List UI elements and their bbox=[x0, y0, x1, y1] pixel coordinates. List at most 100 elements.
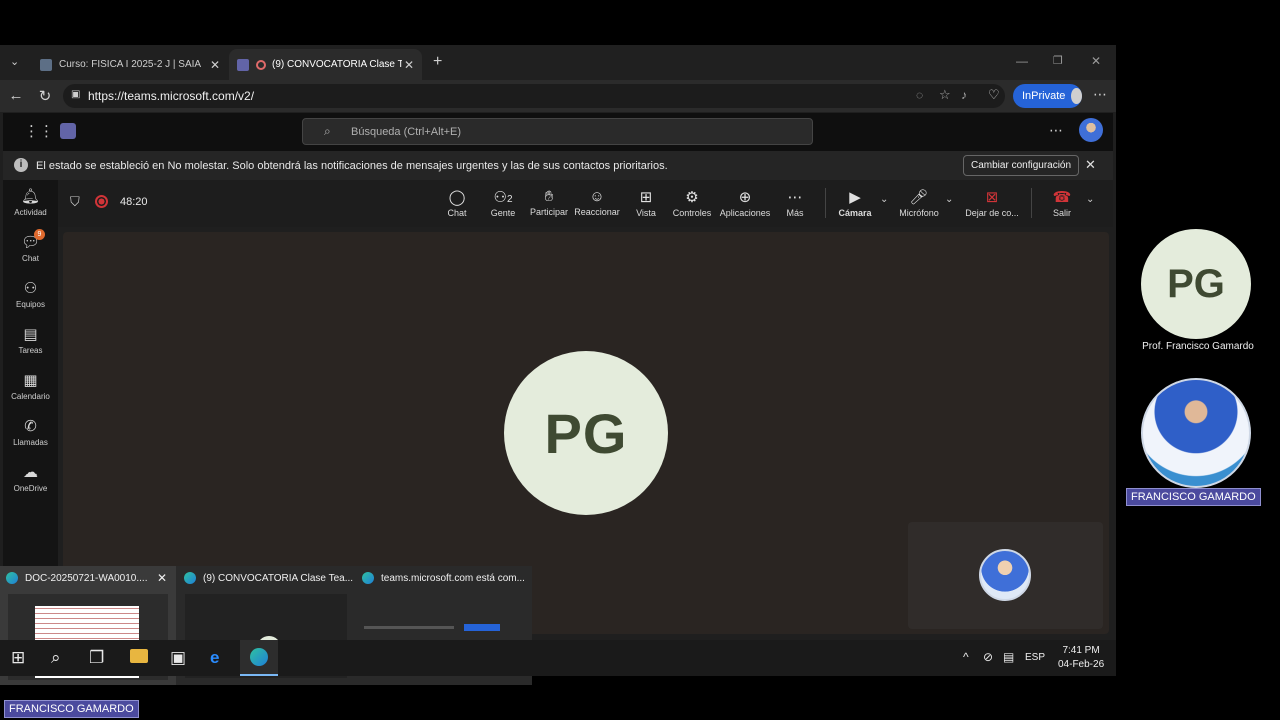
browser-essentials-heart-icon[interactable]: ♡ bbox=[988, 87, 1000, 103]
leave-options-chevron-icon[interactable]: ⌄ bbox=[1086, 194, 1094, 205]
tray-chevron-icon[interactable]: ^ bbox=[963, 650, 969, 664]
search-placeholder: Búsqueda (Ctrl+Alt+E) bbox=[351, 125, 462, 138]
window-close-icon[interactable]: ✕ bbox=[1091, 54, 1101, 68]
rail-label: Tareas bbox=[18, 346, 43, 355]
back-icon[interactable]: ← bbox=[7, 87, 25, 104]
smiley-icon: ☺ bbox=[589, 188, 605, 205]
rail-item-calendar[interactable]: ▦ Calendario bbox=[3, 371, 58, 401]
react-button[interactable]: ☺ Reaccionar bbox=[569, 188, 625, 217]
refresh-icon[interactable]: ↻ bbox=[36, 87, 54, 105]
notice-text: El estado se estableció en No molestar. … bbox=[36, 159, 668, 172]
mic-options-chevron-icon[interactable]: ⌄ bbox=[945, 194, 953, 205]
backpack-icon: ▤ bbox=[23, 326, 38, 343]
clock-date: 04-Feb-26 bbox=[1058, 659, 1105, 670]
participant-name: Prof. Francisco Gamardo bbox=[1142, 341, 1254, 352]
profile-avatar bbox=[1071, 88, 1082, 104]
sharing-bar-preview bbox=[364, 626, 454, 629]
leave-button[interactable]: ☎ Salir bbox=[1034, 188, 1090, 218]
button-label: Cámara bbox=[838, 208, 872, 218]
url-field[interactable]: ▣ https://teams.microsoft.com/v2/ ◌ ☆ ♪ bbox=[63, 84, 1005, 108]
speaker-avatar: PG bbox=[504, 351, 668, 515]
camera-options-chevron-icon[interactable]: ⌄ bbox=[880, 194, 888, 205]
participant-avatar-photo bbox=[1141, 378, 1251, 488]
rail-item-onedrive[interactable]: ☁ OneDrive bbox=[3, 463, 58, 493]
button-label: Dejar de co... bbox=[965, 208, 1019, 218]
restore-icon[interactable]: ❐ bbox=[1053, 54, 1063, 67]
hang-up-icon: ☎ bbox=[1052, 189, 1072, 206]
inprivate-badge[interactable]: InPrivate bbox=[1013, 84, 1082, 108]
close-notice-icon[interactable]: ✕ bbox=[1085, 157, 1096, 173]
inprivate-label: InPrivate bbox=[1022, 90, 1066, 102]
camera-button[interactable]: ▶︎ Cámara bbox=[827, 188, 883, 218]
chat-badge: 9 bbox=[34, 229, 45, 240]
new-tab-icon[interactable]: + bbox=[433, 53, 442, 71]
teams-logo-icon bbox=[60, 123, 76, 139]
read-aloud-mic-icon[interactable]: ♪ bbox=[961, 88, 967, 102]
apps-button[interactable]: ⊕ Aplicaciones bbox=[715, 188, 775, 218]
chat-icon: 💬︎ bbox=[20, 234, 41, 251]
recording-icon[interactable] bbox=[95, 195, 108, 208]
shield-icon[interactable]: ⛉ bbox=[70, 194, 80, 210]
stop-sharing-button[interactable]: ⊠ Dejar de co... bbox=[960, 188, 1024, 218]
task-view-icon[interactable]: ❐ bbox=[89, 648, 104, 668]
edge-taskbar-button[interactable] bbox=[240, 640, 278, 676]
minimize-icon[interactable]: — bbox=[1016, 54, 1028, 68]
thumbnail-title: teams.microsoft.com está com... bbox=[362, 572, 525, 584]
site-info-icon[interactable]: ▣ bbox=[71, 89, 80, 100]
camera-off-icon: ▶︎ bbox=[849, 189, 861, 206]
address-bar: ← ↻ ▣ https://teams.microsoft.com/v2/ ◌ … bbox=[0, 80, 1116, 112]
rail-item-chat[interactable]: 💬︎ 9 Chat bbox=[3, 229, 58, 263]
close-tab-icon[interactable]: ✕ bbox=[404, 58, 414, 72]
rail-label: Chat bbox=[22, 254, 39, 263]
settings-more-icon[interactable]: ⋯ bbox=[1049, 122, 1063, 139]
participant-name-badge: FRANCISCO GAMARDO bbox=[1126, 488, 1261, 506]
network-icon[interactable]: ⊘ bbox=[983, 650, 993, 664]
search-icon[interactable]: ⌕ bbox=[51, 648, 61, 668]
tab-saia[interactable]: Curso: FISICA I 2025-2 J | SAIA ✕ bbox=[32, 49, 228, 80]
thumbnail-label: teams.microsoft.com está com... bbox=[381, 572, 525, 584]
rail-label: Equipos bbox=[16, 300, 45, 309]
meeting-toolbar: ⛉ 48:20 ◯ Chat ⚇2 Gente ✋︎ Participar ☺ … bbox=[58, 180, 1113, 227]
rail-item-assignments[interactable]: ▤ Tareas bbox=[3, 325, 58, 355]
edge-icon bbox=[362, 572, 374, 584]
language-indicator[interactable]: ESP bbox=[1025, 652, 1045, 663]
store-icon[interactable]: ▣ bbox=[170, 648, 186, 668]
change-settings-button[interactable]: Cambiar configuración bbox=[963, 155, 1080, 176]
controls-icon: ⚙ bbox=[685, 189, 699, 206]
self-avatar bbox=[979, 549, 1031, 601]
rail-item-teams[interactable]: ⚇ Equipos bbox=[3, 279, 58, 309]
edge-legacy-icon[interactable]: e bbox=[210, 648, 219, 668]
saia-favicon-icon bbox=[40, 58, 52, 71]
notification-icon[interactable]: ▤ bbox=[1003, 650, 1014, 664]
tracking-prevention-icon[interactable]: ◌ bbox=[916, 88, 923, 102]
close-tab-icon[interactable]: ✕ bbox=[210, 58, 220, 72]
close-thumbnail-icon[interactable]: ✕ bbox=[157, 571, 167, 585]
thumbnail-label: (9) CONVOCATORIA Clase Tea... bbox=[203, 572, 354, 584]
more-button[interactable]: ⋯ Más bbox=[767, 188, 823, 218]
button-label: Vista bbox=[636, 208, 656, 218]
controls-button[interactable]: ⚙ Controles bbox=[664, 188, 720, 218]
windows-start-icon[interactable]: ⊞ bbox=[11, 648, 25, 668]
search-icon: ⌕ bbox=[324, 124, 331, 138]
info-icon: i bbox=[14, 158, 28, 172]
rail-item-calls[interactable]: ✆ Llamadas bbox=[3, 417, 58, 447]
search-input[interactable]: ⌕ Búsqueda (Ctrl+Alt+E) bbox=[302, 118, 813, 145]
teams-app-bar: ⋮⋮⋮ ⌕ Búsqueda (Ctrl+Alt+E) ⋯ bbox=[3, 113, 1113, 151]
thumbnail-title: (9) CONVOCATORIA Clase Tea... bbox=[184, 572, 353, 584]
rail-label: OneDrive bbox=[13, 484, 48, 493]
button-label: Controles bbox=[672, 208, 712, 218]
file-explorer-icon[interactable] bbox=[130, 649, 148, 663]
rail-label: Actividad bbox=[14, 208, 47, 217]
rail-item-activity[interactable]: 🔔︎ Actividad bbox=[3, 187, 58, 217]
tab-list-chevron-icon[interactable]: ⌄ bbox=[10, 55, 19, 68]
user-avatar[interactable] bbox=[1079, 118, 1103, 142]
button-label: Chat bbox=[447, 208, 467, 218]
browser-menu-icon[interactable]: ⋯ bbox=[1093, 86, 1107, 103]
tab-teams[interactable]: (9) CONVOCATORIA Clase Tea ✕ bbox=[229, 49, 422, 80]
mic-button[interactable]: 🎤︎ Micrófono bbox=[891, 188, 947, 218]
clock[interactable]: 7:41 PM 04-Feb-26 bbox=[1058, 644, 1104, 672]
bell-icon: 🔔︎ bbox=[20, 188, 41, 205]
toolbar-divider bbox=[1031, 188, 1032, 218]
favorite-star-icon[interactable]: ☆ bbox=[939, 87, 951, 103]
self-view-tile[interactable] bbox=[908, 522, 1103, 629]
